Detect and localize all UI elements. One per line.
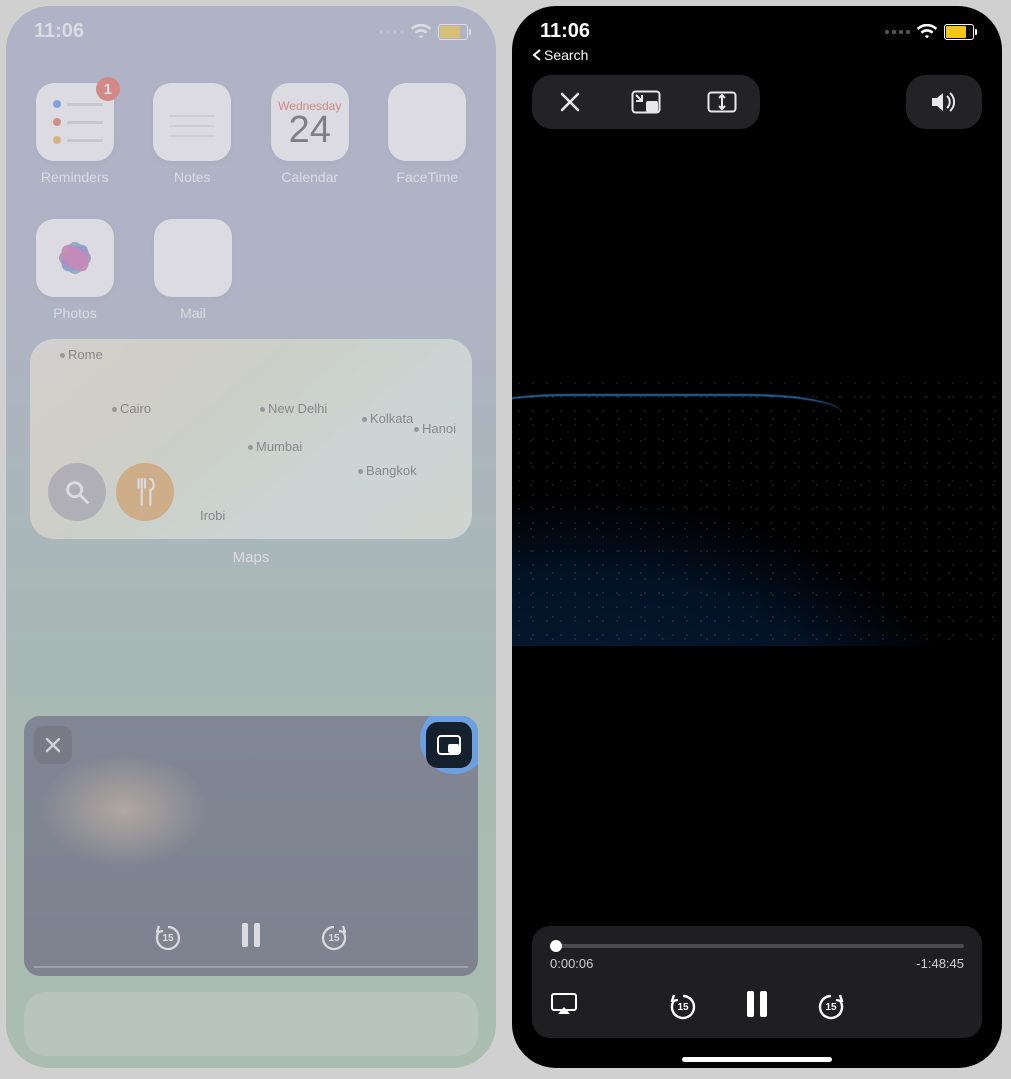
back-chevron-icon (532, 49, 542, 61)
airplay-icon (550, 992, 578, 1016)
cellular-dots-icon (379, 30, 404, 34)
volume-button[interactable] (906, 75, 982, 129)
player-panel: 0:00:06 -1:48:45 15 15 (532, 926, 982, 1038)
skip-label: 15 (162, 933, 173, 944)
status-time: 11:06 (34, 20, 84, 43)
maps-search-button[interactable] (48, 463, 106, 521)
skip-label: 15 (825, 1002, 836, 1013)
maps-food-button[interactable] (116, 463, 174, 521)
notes-icon[interactable] (153, 83, 231, 161)
photos-icon[interactable] (36, 219, 114, 297)
pause-button[interactable] (744, 989, 770, 1024)
app-row-2: Photos Mail (30, 219, 472, 321)
wifi-icon (410, 24, 432, 40)
app-label: Photos (53, 305, 97, 321)
app-mail[interactable]: Mail (148, 219, 238, 321)
pip-close-button[interactable] (34, 726, 72, 764)
reminders-icon (47, 100, 103, 144)
battery-icon (944, 24, 974, 40)
app-photos[interactable]: Photos (30, 219, 120, 321)
scrubber[interactable] (550, 944, 964, 948)
home-indicator[interactable] (682, 1057, 832, 1062)
pip-window[interactable]: 15 15 (24, 716, 478, 976)
reminders-tile[interactable]: 1 (36, 83, 114, 161)
mail-icon[interactable] (154, 219, 232, 297)
reminders-badge: 1 (96, 77, 120, 101)
city-label: Mumbai (248, 439, 302, 454)
city-label: Hanoi (414, 421, 456, 436)
city-label: Bangkok (358, 463, 417, 478)
calendar-icon[interactable]: Wednesday 24 (271, 83, 349, 161)
skip-label: 15 (328, 933, 339, 944)
close-icon (559, 91, 581, 113)
video-frame[interactable] (512, 376, 1002, 646)
time-elapsed: 0:00:06 (550, 956, 593, 971)
app-label: Reminders (41, 169, 109, 185)
phone-left-homescreen: 11:06 1 Reminders (6, 6, 496, 1068)
pip-seek-bar[interactable] (34, 966, 468, 968)
phone-right-videoplayer: 11:06 Search (512, 6, 1002, 1068)
back-label: Search (544, 47, 588, 63)
skip-forward-button[interactable]: 15 (816, 992, 846, 1022)
maps-widget[interactable]: Rome Cairo New Delhi Mumbai Kolkata Hano… (30, 339, 472, 539)
app-label: Calendar (281, 169, 338, 185)
app-label: Mail (180, 305, 206, 321)
pip-icon (631, 90, 661, 114)
status-time: 11:06 (540, 20, 590, 43)
wifi-icon (916, 24, 938, 40)
pip-expand-icon (437, 735, 461, 755)
skip-back-button[interactable]: 15 (668, 992, 698, 1022)
city-label: New Delhi (260, 401, 327, 416)
city-label: Kolkata (362, 411, 413, 426)
volume-icon (929, 90, 959, 114)
back-to-search-button[interactable]: Search (512, 47, 1002, 63)
pip-controls: 15 15 (24, 921, 478, 954)
video-toolbar (512, 63, 1002, 141)
app-label: Notes (174, 169, 211, 185)
time-remaining: -1:48:45 (916, 956, 964, 971)
scrubber-knob[interactable] (550, 940, 562, 952)
maps-label: Maps (30, 549, 472, 566)
pause-icon (744, 989, 770, 1019)
battery-icon (438, 24, 468, 40)
pip-pause-button[interactable] (239, 921, 263, 954)
app-reminders[interactable]: 1 Reminders (30, 83, 120, 185)
pip-enter-button[interactable] (608, 75, 684, 129)
app-calendar[interactable]: Wednesday 24 Calendar (265, 83, 355, 185)
aspect-icon (707, 91, 737, 113)
close-button[interactable] (532, 75, 608, 129)
status-bar: 11:06 (6, 6, 496, 49)
app-row-1: 1 Reminders Notes (30, 83, 472, 185)
cellular-dots-icon (885, 30, 910, 34)
video-toolbar-left (532, 75, 760, 129)
pip-expand-button[interactable] (426, 722, 472, 768)
pip-skip-back-button[interactable]: 15 (153, 923, 183, 953)
aspect-button[interactable] (684, 75, 760, 129)
city-label: Cairo (112, 401, 151, 416)
pip-skip-forward-button[interactable]: 15 (319, 923, 349, 953)
city-label: Irobi (200, 508, 225, 523)
airplay-button[interactable] (550, 992, 578, 1021)
app-notes[interactable]: Notes (148, 83, 238, 185)
city-label: Rome (60, 347, 103, 362)
facetime-icon[interactable] (388, 83, 466, 161)
status-bar: 11:06 (512, 6, 1002, 49)
dock (24, 992, 478, 1056)
calendar-day: 24 (289, 109, 331, 152)
skip-label: 15 (677, 1002, 688, 1013)
app-label: FaceTime (396, 169, 458, 185)
app-facetime[interactable]: FaceTime (383, 83, 473, 185)
